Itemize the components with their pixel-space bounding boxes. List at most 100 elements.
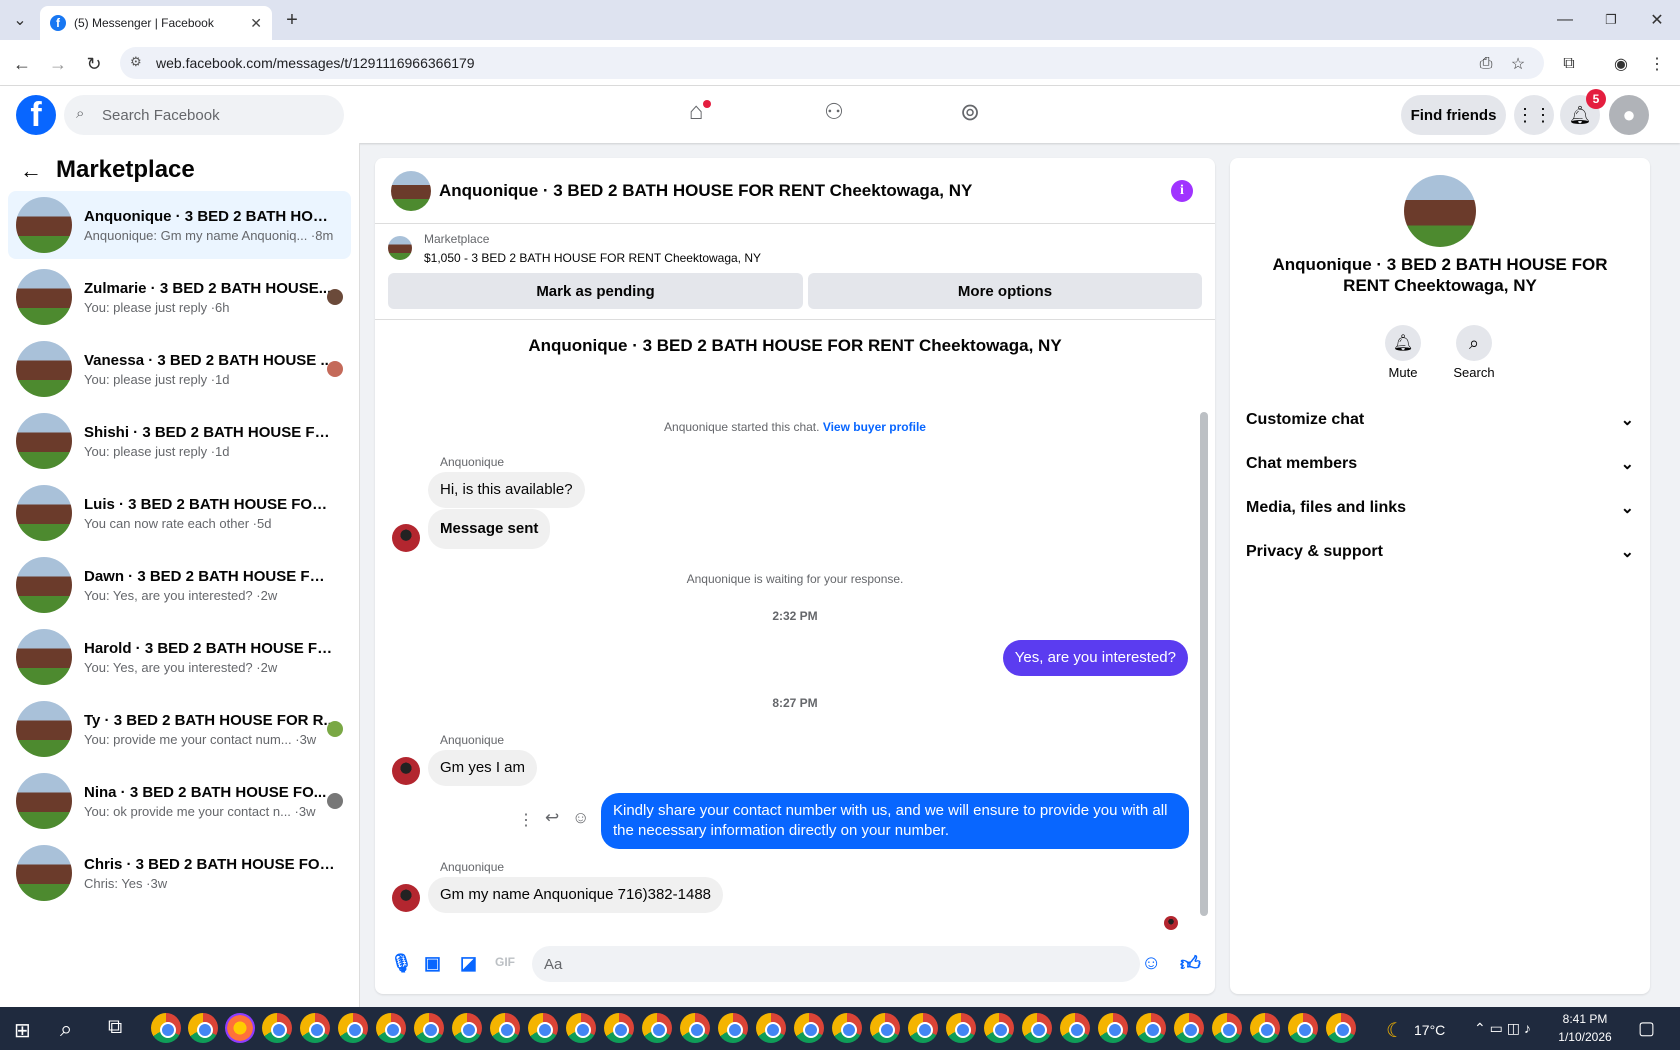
chrome-taskbar-icon[interactable] [1098,1013,1128,1043]
chrome-taskbar-icon[interactable] [1250,1013,1280,1043]
mark-as-pending-button[interactable]: Mark as pending [388,273,803,309]
bookmark-star-icon[interactable]: ☆ [1506,52,1530,76]
account-avatar[interactable]: ● [1609,95,1649,135]
chrome-taskbar-icon[interactable] [642,1013,672,1043]
emoji-icon[interactable]: ☺ [1141,952,1161,975]
address-bar[interactable]: ⚙ web.facebook.com/messages/t/1291116966… [120,47,1544,79]
chrome-taskbar-icon[interactable] [680,1013,710,1043]
media-files-links-row[interactable]: Media, files and links ⌄ [1246,488,1634,528]
chrome-taskbar-icon[interactable] [870,1013,900,1043]
sender-avatar[interactable] [392,524,420,552]
view-buyer-profile-link[interactable]: View buyer profile [823,420,926,434]
temperature[interactable]: 17°C [1414,1022,1445,1038]
reload-icon[interactable]: ↻ [82,52,106,76]
conversation-item[interactable]: Anquonique · 3 BED 2 BATH HOUS... Anquoni… [8,191,351,259]
more-actions-icon[interactable]: ⋮ [518,810,534,830]
clock-time[interactable]: 8:41 PM [1555,1012,1615,1026]
react-emoji-icon[interactable]: ☺ [572,808,589,828]
conversation-item[interactable]: Shishi · 3 BED 2 BATH HOUSE FOR ... You: … [8,407,351,475]
chrome-taskbar-icon[interactable] [300,1013,330,1043]
chrome-taskbar-icon[interactable] [1174,1013,1204,1043]
incoming-message[interactable]: Message sent [428,509,551,549]
message-input[interactable]: Aa [532,946,1140,982]
chat-title[interactable]: Anquonique · 3 BED 2 BATH HOUSE FOR RENT… [439,181,972,201]
mute-label[interactable]: Mute [1370,365,1436,380]
clock-date[interactable]: 1/10/2026 [1552,1030,1618,1044]
privacy-support-row[interactable]: Privacy & support ⌄ [1246,532,1634,572]
chrome-taskbar-icon[interactable] [832,1013,862,1043]
browser-tab[interactable]: f (5) Messenger | Facebook ✕ [40,6,272,40]
conversation-item[interactable]: Luis · 3 BED 2 BATH HOUSE FOR R... You ca… [8,479,351,547]
thumbs-up-icon[interactable]: 👍︎ [1180,952,1201,976]
chrome-taskbar-icon[interactable] [151,1013,181,1043]
chrome-taskbar-icon[interactable] [452,1013,482,1043]
chrome-taskbar-icon[interactable] [490,1013,520,1043]
back-arrow-icon[interactable]: ← [20,158,42,184]
find-friends-button[interactable]: Find friends [1401,95,1506,135]
conversation-item[interactable]: Vanessa · 3 BED 2 BATH HOUSE ... You: ple… [8,335,351,403]
chrome-taskbar-icon[interactable] [376,1013,406,1043]
chrome-taskbar-icon[interactable] [604,1013,634,1043]
windows-start-icon[interactable]: ⊞ [14,1018,31,1043]
facebook-logo-icon[interactable]: f [16,95,56,135]
gif-icon[interactable]: GIF [495,955,515,969]
notification-center-icon[interactable]: ▢ [1638,1018,1655,1039]
chrome-taskbar-icon[interactable] [1326,1013,1356,1043]
task-view-icon[interactable]: ⧉ [108,1016,122,1039]
incoming-message[interactable]: Gm my name Anquonique 716)382-1488 [428,877,724,913]
photo-icon[interactable]: ▣ [424,953,441,974]
chrome-taskbar-icon[interactable] [718,1013,748,1043]
more-options-button[interactable]: More options [808,273,1202,309]
chrome-taskbar-icon[interactable] [984,1013,1014,1043]
mute-bell-icon[interactable]: 🔔︎ [1385,325,1421,361]
menu-kebab-icon[interactable]: ⋮ [1645,52,1669,76]
listing-title[interactable]: $1,050 - 3 BED 2 BATH HOUSE FOR RENT Che… [424,251,761,265]
conversation-item[interactable]: Chris · 3 BED 2 BATH HOUSE FOR ... Chris:… [8,839,351,907]
chat-info-avatar[interactable] [1404,175,1476,247]
chrome-taskbar-icon[interactable] [1022,1013,1052,1043]
chrome-taskbar-icon[interactable] [794,1013,824,1043]
close-tab-icon[interactable]: ✕ [250,15,262,32]
chrome-taskbar-icon[interactable] [262,1013,292,1043]
conversation-item[interactable]: Dawn · 3 BED 2 BATH HOUSE FOR ... You: Ye… [8,551,351,619]
chrome-taskbar-icon[interactable] [1060,1013,1090,1043]
restore-icon[interactable]: ❐ [1599,8,1623,32]
install-app-icon[interactable]: ⎙ [1474,52,1498,76]
chrome-taskbar-icon[interactable] [908,1013,938,1043]
chat-avatar[interactable] [391,170,431,211]
new-tab-icon[interactable]: + [280,9,304,31]
reply-icon[interactable]: ↩ [545,808,559,828]
chrome-taskbar-icon[interactable] [756,1013,786,1043]
sender-avatar[interactable] [392,757,420,785]
site-info-icon[interactable]: ⚙ [130,54,142,70]
search-label[interactable]: Search [1441,365,1507,380]
info-icon[interactable]: i [1171,180,1193,202]
customize-chat-row[interactable]: Customize chat ⌄ [1246,400,1634,440]
close-window-icon[interactable]: ✕ [1645,8,1669,32]
search-icon[interactable]: ⌕ [1456,325,1492,361]
chrome-taskbar-icon[interactable] [1136,1013,1166,1043]
chrome-taskbar-icon[interactable] [188,1013,218,1043]
chrome-taskbar-icon[interactable] [566,1013,596,1043]
microphone-icon[interactable]: 🎙︎ [390,953,413,974]
friends-icon[interactable]: ⚇ [818,96,850,128]
chrome-taskbar-icon[interactable] [414,1013,444,1043]
taskbar-search-icon[interactable]: ⌕ [60,1016,72,1042]
tray-icons[interactable]: ⌃ ▭ ◫ ♪ [1474,1020,1531,1037]
conversation-item[interactable]: Nina · 3 BED 2 BATH HOUSE FO... You: ok p… [8,767,351,835]
groups-icon[interactable]: ⊚ [954,96,986,128]
chrome-taskbar-icon[interactable] [946,1013,976,1043]
extensions-icon[interactable]: ⧉ [1557,52,1581,76]
conversation-item[interactable]: Zulmarie · 3 BED 2 BATH HOUSE... You: ple… [8,263,351,331]
chrome-taskbar-icon[interactable] [338,1013,368,1043]
sender-avatar[interactable] [392,884,420,912]
incoming-message[interactable]: Hi, is this available? [428,472,585,508]
conversation-item[interactable]: Harold · 3 BED 2 BATH HOUSE FO... You: Ye… [8,623,351,691]
chat-members-row[interactable]: Chat members ⌄ [1246,444,1634,484]
conversation-item[interactable]: Ty · 3 BED 2 BATH HOUSE FOR R... You: pro… [8,695,351,763]
chat-scrollbar[interactable] [1200,412,1208,916]
chrome-taskbar-icon[interactable] [1288,1013,1318,1043]
profile-icon[interactable]: ◉ [1609,52,1633,76]
outgoing-message[interactable]: Yes, are you interested? [1002,640,1188,676]
sticker-icon[interactable]: ◪ [460,953,477,974]
